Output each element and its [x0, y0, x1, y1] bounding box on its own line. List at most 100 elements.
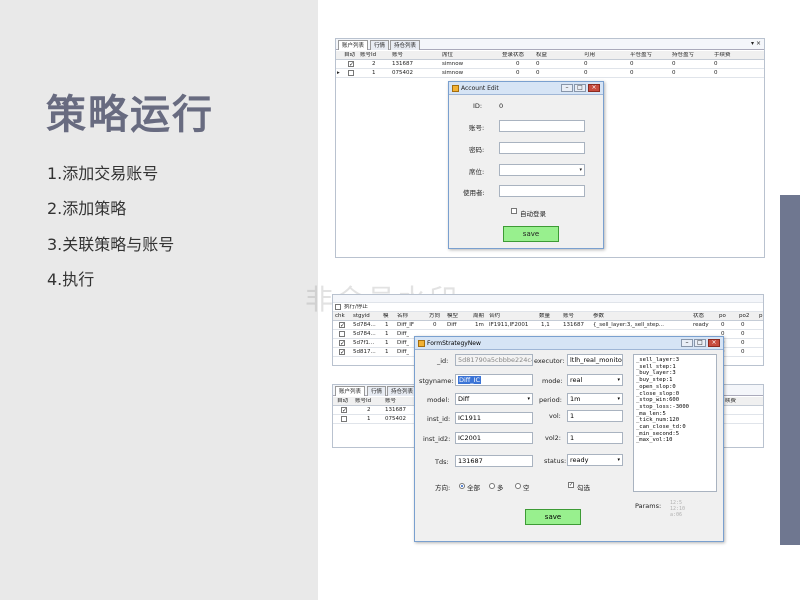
direction-short-radio[interactable] [515, 483, 521, 489]
save-button[interactable]: save [525, 509, 581, 525]
col-account[interactable]: 账号 [385, 398, 396, 405]
minimize-icon[interactable]: – [681, 339, 693, 347]
col-contract[interactable]: 合约 [489, 313, 500, 320]
period-select[interactable]: 1m ▾ [567, 393, 623, 405]
col-account-id[interactable]: 账号Id [355, 398, 371, 405]
inst-id-input[interactable]: IC1911 [455, 412, 533, 424]
row-checkbox[interactable]: ✓ [339, 340, 345, 347]
row-checkbox[interactable]: ✓ [339, 349, 345, 356]
maximize-icon[interactable]: □ [574, 84, 586, 92]
col-model[interactable]: 模型 [447, 313, 458, 320]
col-account-id[interactable]: 账号Id [360, 52, 376, 59]
run-stop-label[interactable]: 执行/停止 [344, 304, 368, 311]
cell-account: 131687 [385, 407, 406, 413]
col-name[interactable]: 名称 [397, 313, 408, 320]
vol-input[interactable]: 1 [567, 410, 623, 422]
cell-equity: 0 [536, 70, 540, 76]
status-select[interactable]: ready ▾ [567, 454, 623, 466]
inst-id2-input[interactable]: IC2001 [455, 432, 533, 444]
tab-market[interactable]: 行情 [367, 386, 387, 396]
vol2-input[interactable]: 1 [567, 432, 623, 444]
account-input[interactable] [499, 120, 585, 132]
executor-input[interactable]: ltlh_real_monitor [567, 354, 623, 366]
direction-all-radio[interactable] [459, 483, 465, 489]
col-fee[interactable]: 续费 [725, 398, 736, 405]
mode-value: real [570, 376, 583, 384]
auto-login-checkbox[interactable] [511, 208, 517, 214]
col-login-status[interactable]: 登录状态 [502, 52, 524, 59]
chevron-down-icon: ▾ [579, 167, 582, 173]
table-row[interactable]: ▸ 1 075402 simnow 0 0 0 0 0 0 [336, 69, 764, 78]
mode-select[interactable]: real ▾ [567, 374, 623, 386]
table-row[interactable]: ✓ 2 131687 simnow 0 0 0 0 0 0 [336, 60, 764, 69]
run-stop-checkbox[interactable] [335, 304, 341, 310]
params-textarea[interactable]: _sell_layer:3 _sell_step:1 _buy_layer:3 _bu… [633, 354, 717, 492]
params-line: _sell_step:1 [636, 363, 676, 370]
stgyname-input[interactable]: Diff_IC [455, 374, 533, 386]
panel-close-icon[interactable]: ▾ × [751, 40, 761, 47]
maximize-icon[interactable]: □ [694, 339, 706, 347]
auto-checkbox[interactable] [348, 70, 354, 76]
direction-long-radio[interactable] [489, 483, 495, 489]
direction-long-label: 多 [497, 484, 504, 492]
auto-checkbox[interactable] [341, 416, 347, 422]
cell-equity: 0 [536, 61, 540, 67]
col-period[interactable]: 周期 [473, 313, 484, 320]
col-po2[interactable]: po2 [739, 313, 749, 320]
col-params[interactable]: 参数 [593, 313, 604, 320]
col-direction[interactable]: 方向 [429, 313, 440, 320]
cell-available: 0 [584, 70, 588, 76]
tab-positions[interactable]: 持仓列表 [390, 40, 421, 50]
tab-positions[interactable]: 持仓列表 [387, 386, 418, 396]
col-p[interactable]: p [759, 313, 763, 320]
col-po[interactable]: po [719, 313, 726, 320]
col-account[interactable]: 账号 [563, 313, 574, 320]
tab-account-list[interactable]: 账户列表 [335, 386, 366, 396]
model-select[interactable]: Diff ▾ [455, 393, 533, 405]
step-3: 3.关联策略与账号 [47, 235, 175, 254]
row-checkbox[interactable] [339, 331, 345, 337]
col-account[interactable]: 账号 [392, 52, 403, 59]
col-auto[interactable]: 自动 [337, 398, 348, 405]
params-hint-line: a:06 [670, 512, 683, 518]
col-stgyid[interactable]: stgyid [353, 313, 370, 320]
cell-stgyid: 5d784... [353, 331, 376, 337]
col-equity[interactable]: 权益 [536, 52, 547, 59]
col-auto[interactable]: 自动 [344, 52, 355, 59]
tab-account-list[interactable]: 账户列表 [338, 40, 369, 50]
col-fee[interactable]: 手续费 [714, 52, 731, 59]
params-line: _buy_layer:3 [636, 370, 676, 377]
status-label: status: [544, 457, 567, 465]
tab-strip: 账户列表 行情 持仓列表 ▾ × [336, 39, 764, 50]
cell-po2: 0 [741, 322, 745, 328]
user-input[interactable] [499, 185, 585, 197]
cell-account: 131687 [392, 61, 413, 67]
password-input[interactable] [499, 142, 585, 154]
col-status[interactable]: 状态 [693, 313, 704, 320]
auto-checkbox[interactable]: ✓ [341, 407, 347, 414]
col-chk[interactable]: chk [335, 313, 345, 320]
cell-po2: 0 [741, 331, 745, 337]
col-quantity[interactable]: 数量 [539, 313, 550, 320]
cell-direction: 0 [433, 322, 437, 328]
minimize-icon[interactable]: – [561, 84, 573, 92]
table-row[interactable]: ✓ 5d784... 1 Diff_IF 0 Diff 1m IF1911,IF… [333, 321, 763, 330]
save-button[interactable]: save [503, 226, 559, 242]
col-position-pnl[interactable]: 持仓盈亏 [672, 52, 694, 59]
close-icon[interactable]: × [708, 339, 720, 347]
tab-market[interactable]: 行情 [370, 40, 390, 50]
check-checkbox[interactable]: ✓ [568, 482, 574, 488]
col-seat[interactable]: 席位 [442, 52, 453, 59]
tds-label: Tds: [435, 458, 449, 466]
close-icon[interactable]: × [588, 84, 600, 92]
auto-login-label: 自动登录 [520, 210, 546, 218]
tds-input[interactable]: 131687 [455, 455, 533, 467]
auto-checkbox[interactable]: ✓ [348, 61, 354, 68]
row-checkbox[interactable]: ✓ [339, 322, 345, 329]
col-available[interactable]: 可用 [584, 52, 595, 59]
col-close-pnl[interactable]: 平仓盈亏 [630, 52, 652, 59]
col-mo[interactable]: 模 [383, 313, 389, 320]
chevron-down-icon: ▾ [527, 396, 530, 402]
cell-account: 075402 [392, 70, 413, 76]
seat-select[interactable]: ▾ [499, 164, 585, 176]
